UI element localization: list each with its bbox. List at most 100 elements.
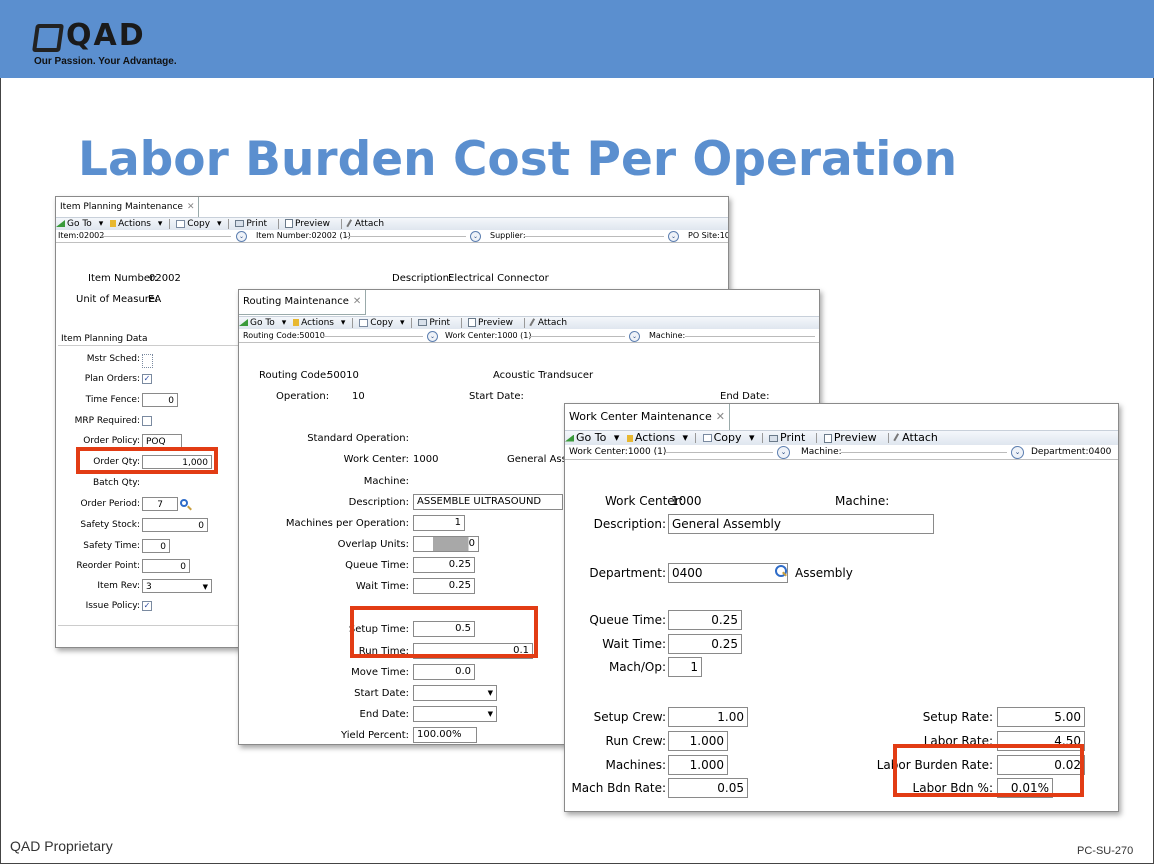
time-fence-label: Time Fence: xyxy=(85,395,140,405)
mach-op-label: Mach/Op: xyxy=(608,660,666,674)
print-button[interactable]: Print xyxy=(418,318,454,328)
preview-button[interactable]: Preview xyxy=(467,318,517,328)
issue-policy-label: Issue Policy: xyxy=(85,601,140,611)
labor-burden-highlight xyxy=(893,744,1084,797)
copy-icon xyxy=(702,434,712,442)
end-date-field-label: End Date: xyxy=(359,709,409,720)
print-button[interactable]: Print xyxy=(235,219,271,229)
chevron-down-icon[interactable]: ⌄ xyxy=(236,231,247,242)
safety-stock-input[interactable]: 0 xyxy=(142,518,208,532)
goto-button[interactable]: Go To ▾ xyxy=(56,219,103,229)
department-name: Assembly xyxy=(795,566,853,580)
print-button[interactable]: Print xyxy=(769,431,809,444)
nav-department: Department:0400 xyxy=(1031,447,1112,457)
overlap-units-input[interactable]: 0 xyxy=(413,536,479,552)
nav-supplier: Supplier: xyxy=(490,231,526,240)
preview-icon xyxy=(467,318,476,327)
toolbar: Go To ▾ Actions ▾ Copy ▾ Print Preview A… xyxy=(239,316,819,329)
machines-per-op-input[interactable]: 1 xyxy=(413,515,465,531)
qad-logo-icon xyxy=(32,24,64,52)
chevron-down-icon[interactable]: ⌄ xyxy=(629,331,640,342)
print-icon xyxy=(418,319,428,326)
close-icon[interactable]: ✕ xyxy=(187,202,195,212)
end-date-select[interactable]: ▼ xyxy=(413,706,497,722)
copy-button[interactable]: Copy ▾ xyxy=(176,219,221,229)
copy-button[interactable]: Copy ▾ xyxy=(702,431,755,444)
yield-percent-input[interactable]: 100.00% xyxy=(413,727,477,743)
goto-button[interactable]: Go To ▾ xyxy=(239,318,286,328)
work-center-value: 1000 xyxy=(671,494,702,508)
issue-policy-checkbox[interactable]: ✓ xyxy=(142,601,152,611)
item-rev-select[interactable]: 3 ▼ xyxy=(142,579,212,593)
tab-work-center[interactable]: Work Center Maintenance ✕ xyxy=(565,404,730,431)
item-description: Acoustic Trandsucer xyxy=(493,370,594,381)
nav-item: Item:02002 xyxy=(58,231,105,240)
print-icon xyxy=(235,220,245,227)
description-label: Description: xyxy=(348,497,409,508)
time-fence-input[interactable]: 0 xyxy=(142,393,178,407)
work-center-value: 1000 xyxy=(413,454,439,465)
copy-button[interactable]: Copy ▾ xyxy=(359,318,404,328)
divider xyxy=(58,625,238,626)
chevron-down-icon[interactable]: ⌄ xyxy=(777,446,790,459)
mstr-sched-checkbox[interactable] xyxy=(142,354,153,368)
chevron-down-icon[interactable]: ⌄ xyxy=(1011,446,1024,459)
search-icon[interactable] xyxy=(775,565,787,577)
preview-button[interactable]: Preview xyxy=(823,431,881,444)
description-input[interactable]: ASSEMBLE ULTRASOUND xyxy=(413,494,563,510)
tab-item-planning[interactable]: Item Planning Maintenance ✕ xyxy=(56,197,200,218)
mrp-required-checkbox[interactable] xyxy=(142,416,152,426)
attach-button[interactable]: Attach xyxy=(893,431,942,444)
machines-per-op-label: Machines per Operation: xyxy=(285,518,409,529)
plan-orders-checkbox[interactable]: ✓ xyxy=(142,374,152,384)
actions-button[interactable]: Actions ▾ xyxy=(293,318,345,328)
preview-button[interactable]: Preview xyxy=(284,219,334,229)
machine-label: Machine: xyxy=(363,476,409,487)
wait-time-input[interactable]: 0.25 xyxy=(668,634,742,654)
department-input[interactable]: 0400 xyxy=(668,563,788,583)
chevron-down-icon[interactable]: ⌄ xyxy=(427,331,438,342)
start-date-select[interactable]: ▼ xyxy=(413,685,497,701)
header-banner: QAD Our Passion. Your Advantage. xyxy=(0,0,1154,78)
attach-button[interactable]: Attach xyxy=(529,317,571,328)
queue-time-input[interactable]: 0.25 xyxy=(413,557,475,573)
attach-button[interactable]: Attach xyxy=(346,218,388,229)
safety-time-input[interactable]: 0 xyxy=(142,539,170,553)
tab-label: Work Center Maintenance xyxy=(569,410,712,423)
queue-time-label: Queue Time: xyxy=(589,613,666,627)
reorder-point-input[interactable]: 0 xyxy=(142,559,190,573)
mach-op-input[interactable]: 1 xyxy=(668,657,702,677)
actions-button[interactable]: Actions ▾ xyxy=(626,431,688,444)
tab-routing[interactable]: Routing Maintenance ✕ xyxy=(239,290,367,315)
setup-rate-input[interactable]: 5.00 xyxy=(997,707,1085,727)
actions-button[interactable]: Actions ▾ xyxy=(110,219,162,229)
order-qty-highlight xyxy=(76,447,218,474)
batch-qty-label: Batch Qty: xyxy=(92,478,140,488)
order-period-input[interactable]: 7 xyxy=(142,497,178,511)
goto-button[interactable]: Go To ▾ xyxy=(565,431,619,444)
uom-label: Unit of Measure: xyxy=(76,294,159,305)
description-input[interactable]: General Assembly xyxy=(668,514,934,534)
chevron-down-icon[interactable]: ⌄ xyxy=(668,231,679,242)
queue-time-input[interactable]: 0.25 xyxy=(668,610,742,630)
setup-crew-input[interactable]: 1.00 xyxy=(668,707,748,727)
search-icon[interactable] xyxy=(180,499,188,507)
wait-time-input[interactable]: 0.25 xyxy=(413,578,475,594)
chevron-down-icon[interactable]: ⌄ xyxy=(470,231,481,242)
copy-icon xyxy=(176,219,186,228)
tagline: Our Passion. Your Advantage. xyxy=(34,56,177,67)
close-icon[interactable]: ✕ xyxy=(716,410,725,423)
order-policy-input[interactable]: POQ xyxy=(142,434,182,448)
mach-bdn-rate-input[interactable]: 0.05 xyxy=(668,778,748,798)
chevron-down-icon: ▼ xyxy=(487,710,493,718)
run-crew-input[interactable]: 1.000 xyxy=(668,731,728,751)
nav-bar: Routing Code:50010 ⌄ Work Center:1000 (1… xyxy=(239,330,819,343)
machines-input[interactable]: 1.000 xyxy=(668,755,728,775)
machines-label: Machines: xyxy=(605,758,666,772)
nav-bar: Work Center:1000 (1) ⌄ Machine: ⌄ Depart… xyxy=(565,445,1118,460)
nav-po-site: PO Site:10 xyxy=(688,231,729,240)
department-label: Department: xyxy=(589,566,666,580)
close-icon[interactable]: ✕ xyxy=(353,296,361,307)
move-time-input[interactable]: 0.0 xyxy=(413,664,475,680)
uom-value: EA xyxy=(148,294,162,305)
